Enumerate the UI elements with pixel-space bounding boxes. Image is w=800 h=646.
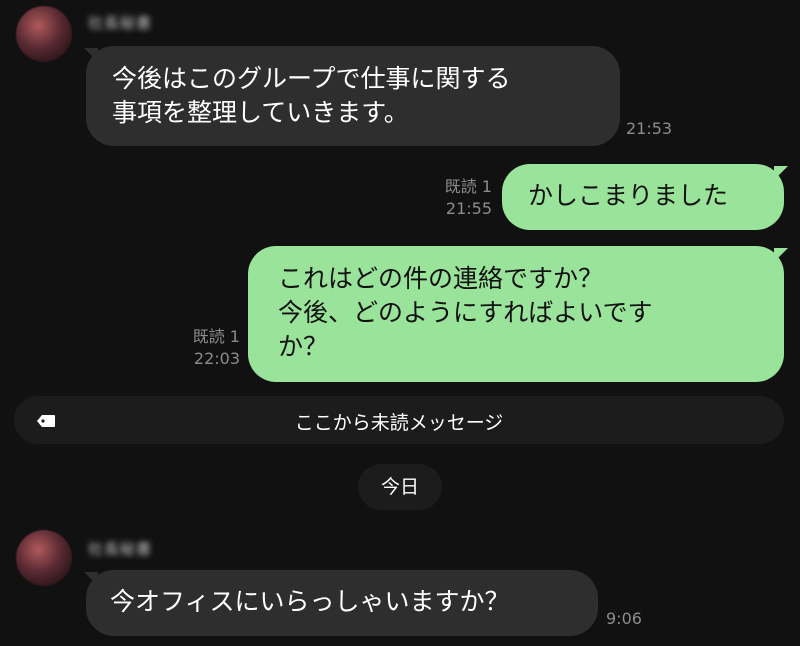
message-text-line: かしこまりました <box>528 181 729 210</box>
message-meta: 21:53 <box>626 118 672 140</box>
message-meta: 9:06 <box>606 608 642 630</box>
sender-avatar[interactable] <box>16 530 72 586</box>
message-time: 21:55 <box>445 199 492 218</box>
message-text-line: 今後、どのようにすればよいです <box>278 298 653 327</box>
message-time: 9:06 <box>606 609 642 628</box>
read-receipt: 既読 1 <box>192 327 240 346</box>
message-meta: 既読 1 21:55 <box>445 176 492 220</box>
date-divider: 今日 <box>358 464 442 510</box>
message-bubble[interactable]: 今オフィスにいらっしゃいますか？ <box>86 570 598 636</box>
message-text-line: これはどの件の連絡ですか？ <box>278 264 604 293</box>
sender-name: 社長秘書 <box>88 540 153 558</box>
message-meta: 既読 1 22:03 <box>193 326 240 370</box>
message-text-line: 事項を整理していきます。 <box>112 98 409 127</box>
message-time: 22:03 <box>193 349 240 368</box>
read-receipt: 既読 1 <box>444 177 492 196</box>
sender-avatar[interactable] <box>16 6 72 62</box>
message-time: 21:53 <box>626 119 673 138</box>
message-text-line: 今後はこのグループで仕事に関する <box>112 64 511 93</box>
message-text-line: 今オフィスにいらっしゃいますか？ <box>110 587 510 616</box>
message-bubble[interactable]: かしこまりました <box>502 164 784 230</box>
message-bubble[interactable]: 今後はこのグループで仕事に関する 事項を整理していきます。 <box>86 46 620 146</box>
message-bubble[interactable]: これはどの件の連絡ですか？ 今後、どのようにすればよいです か？ <box>248 246 784 382</box>
unread-divider: ここから未読メッセージ <box>14 396 784 444</box>
message-text-line: か？ <box>278 332 329 361</box>
unread-divider-label: ここから未読メッセージ <box>294 412 504 434</box>
sender-name: 社長秘書 <box>88 14 153 32</box>
